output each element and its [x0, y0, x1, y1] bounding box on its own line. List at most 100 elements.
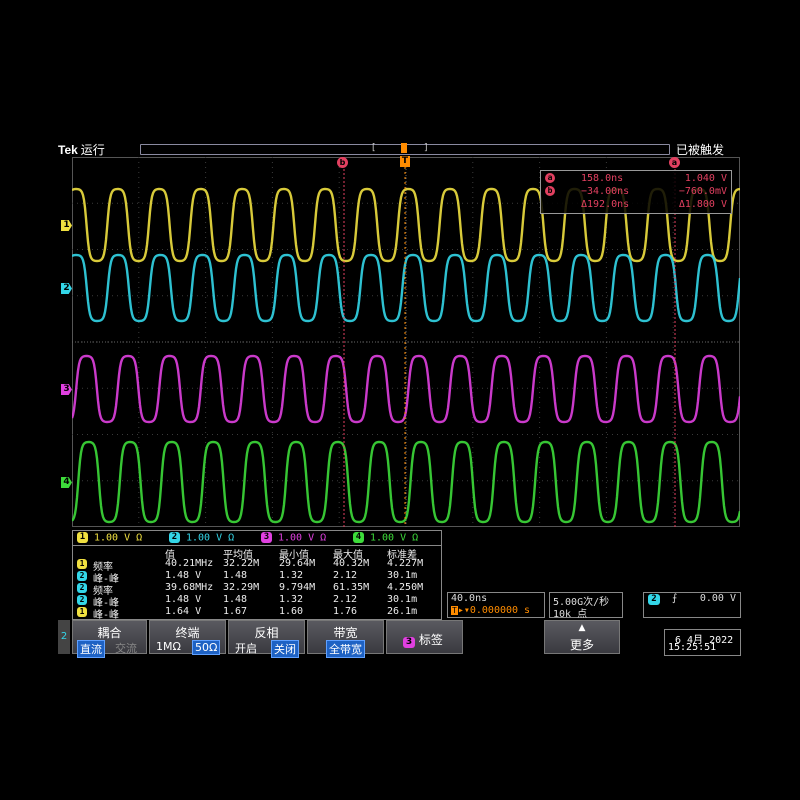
measurement-channel-badge: 1 [77, 607, 87, 617]
measurement-value: 1.64 V [165, 606, 202, 617]
ch2-ground-marker[interactable]: 2 [61, 283, 72, 294]
ch4-ground-marker[interactable]: 4 [61, 477, 72, 488]
ch3-ohm-icon: Ω [320, 532, 327, 544]
ch1-badge: 1 [77, 532, 88, 543]
rising-edge-icon: ⨍ [672, 593, 678, 604]
invert-off-option[interactable]: 关闭 [271, 640, 299, 658]
trigger-settings[interactable]: 2 ⨍ 0.00 V [643, 592, 741, 618]
measurement-row[interactable]: 2 峰-峰 1.48 V 1.48 1.32 2.12 30.1m [73, 570, 439, 585]
invert-title: 反相 [254, 626, 279, 640]
measurement-row[interactable]: 1 频率 40.21MHz 32.22M 29.64M 40.32M 4.227M [73, 558, 439, 573]
measurement-channel-badge: 2 [77, 595, 87, 605]
measurement-std: 30.1m [387, 570, 418, 581]
measurement-std: 26.1m [387, 606, 418, 617]
measurement-value: 1.48 V [165, 594, 202, 605]
coupling-menu[interactable]: 耦合 直流 交流 [72, 620, 147, 658]
invert-on-option[interactable]: 开启 [233, 640, 259, 656]
channel-scale-bar: 1 1.00 V Ω 2 1.00 V Ω 3 1.00 V Ω 4 1.00 V Ω [72, 530, 442, 546]
horizontal-position: T▸▾0.000000 s [451, 605, 531, 616]
cursor-b-marker[interactable]: b [337, 157, 348, 168]
ch1-scale-value: 1.00 V [94, 532, 131, 544]
measurement-mean: 1.48 [223, 594, 248, 605]
cursor-b-volt: −760.0mV [678, 186, 727, 197]
record-window-right-bracket: ] [424, 143, 428, 153]
ch4-scale[interactable]: 4 1.00 V Ω [353, 532, 418, 544]
horizontal-scale: 40.0ns [451, 593, 488, 604]
cursor-a-time: 158.0ns [581, 173, 624, 184]
measurement-min: 1.32 [279, 594, 304, 605]
measurement-name: 峰-峰 [93, 610, 120, 621]
measurement-value: 1.48 V [165, 570, 202, 581]
side-channel-tab[interactable]: 2 [58, 620, 70, 654]
trigger-source: 2 [648, 594, 660, 605]
cursor-b-row: b −34.00ns −760.0mV [545, 186, 727, 199]
ch3-badge: 3 [261, 532, 272, 543]
cursor-a-row: a 158.0ns 1.040 V [545, 173, 727, 186]
ch2-scale[interactable]: 2 1.00 V Ω [169, 532, 234, 544]
acquisition-settings[interactable]: 5.00G次/秒 10k 点 [549, 592, 623, 620]
bandwidth-menu[interactable]: 带宽 全带宽 [307, 620, 384, 658]
measurements-header: 值 平均值 最小值 最大值 标准差 [73, 546, 439, 561]
cursor-delta-row: Δ192.0ns Δ1.800 V [545, 199, 727, 212]
ch1-scale[interactable]: 1 1.00 V Ω [77, 532, 142, 544]
measurement-mean: 1.67 [223, 606, 248, 617]
ch2-badge: 2 [169, 532, 180, 543]
measurement-channel-badge: 1 [77, 559, 87, 569]
termination-1mohm-option[interactable]: 1MΩ [154, 640, 183, 653]
measurements-table[interactable]: 值 平均值 最小值 最大值 标准差 1 频率 40.21MHz 32.22M 29.64… [72, 545, 442, 621]
ch1-ground-marker[interactable]: 1 [61, 220, 72, 231]
label-menu[interactable]: 3 标签 [386, 620, 463, 654]
measurement-mean: 1.48 [223, 570, 248, 581]
ch3-scale[interactable]: 3 1.00 V Ω [261, 532, 326, 544]
time-label: 15:25:51 [668, 642, 717, 653]
termination-title: 终端 [175, 626, 200, 640]
measurement-min: 29.64M [279, 558, 316, 569]
cursor-a-badge: a [545, 173, 555, 183]
label-title: 标签 [418, 633, 443, 647]
ch4-ohm-icon: Ω [412, 532, 419, 544]
measurement-row[interactable]: 2 峰-峰 1.48 V 1.48 1.32 2.12 30.1m [73, 594, 439, 609]
measurement-mean: 32.22M [223, 558, 260, 569]
measurement-max: 2.12 [333, 570, 358, 581]
measurement-value: 40.21MHz [165, 558, 214, 569]
measurement-min: 9.794M [279, 582, 316, 593]
measurement-std: 4.227M [387, 558, 424, 569]
invert-menu[interactable]: 反相 开启 关闭 [228, 620, 305, 658]
ch4-scale-value: 1.00 V [370, 532, 407, 544]
measurement-row[interactable]: 1 峰-峰 1.64 V 1.67 1.60 1.76 26.1m [73, 606, 439, 621]
trigger-level: 0.00 V [699, 593, 736, 604]
more-arrow-icon: ▲ [578, 623, 586, 633]
ch3-ground-marker[interactable]: 3 [61, 384, 72, 395]
brand-run-state: Tek 运行 [58, 141, 105, 158]
cursor-delta-time: Δ192.0ns [581, 199, 630, 210]
trigger-source-badge: 2 [648, 594, 660, 605]
trigger-top-marker [401, 143, 407, 153]
measurement-row[interactable]: 2 频率 39.68MHz 32.29M 9.794M 61.35M 4.250M [73, 582, 439, 597]
cursor-delta-volt: Δ1.800 V [678, 199, 727, 210]
cursor-b-time: −34.00ns [581, 186, 630, 197]
measurement-max: 40.32M [333, 558, 370, 569]
termination-50ohm-option[interactable]: 50Ω [192, 640, 221, 655]
measurement-max: 2.12 [333, 594, 358, 605]
ch2-ohm-icon: Ω [228, 532, 235, 544]
trigger-position-marker[interactable]: T [400, 156, 410, 167]
cursor-a-marker[interactable]: a [669, 157, 680, 168]
measurement-min: 1.60 [279, 606, 304, 617]
horizontal-settings[interactable]: 40.0ns T▸▾0.000000 s [447, 592, 545, 618]
more-menu[interactable]: ▲ 更多 [544, 620, 620, 654]
measurement-value: 39.68MHz [165, 582, 214, 593]
record-window-left-bracket: [ [372, 143, 376, 153]
ch1-ohm-icon: Ω [136, 532, 143, 544]
run-state-label: 运行 [80, 143, 105, 157]
coupling-ac-option[interactable]: 交流 [113, 640, 139, 656]
cursor-readout: a 158.0ns 1.040 V b −34.00ns −760.0mV Δ1… [540, 170, 732, 214]
measurement-mean: 32.29M [223, 582, 260, 593]
termination-menu[interactable]: 终端 1MΩ 50Ω [149, 620, 226, 655]
coupling-dc-option[interactable]: 直流 [77, 640, 105, 658]
trigger-status: 已被触发 [676, 143, 725, 157]
bandwidth-full-option[interactable]: 全带宽 [326, 640, 365, 658]
measurement-std: 4.250M [387, 582, 424, 593]
brand-logo: Tek [58, 143, 78, 157]
measurement-max: 61.35M [333, 582, 370, 593]
measurement-std: 30.1m [387, 594, 418, 605]
